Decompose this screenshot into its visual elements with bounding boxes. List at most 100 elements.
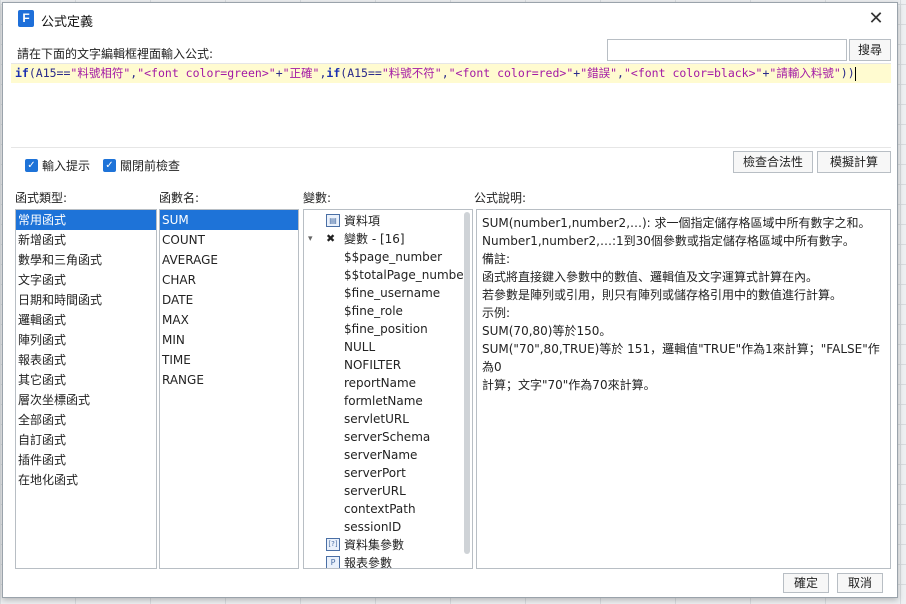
func-type-item[interactable]: 插件函式: [16, 450, 156, 470]
func-type-item[interactable]: 在地化函式: [16, 470, 156, 490]
var-group-label: 變數 - [16]: [344, 232, 405, 246]
formula-code-line[interactable]: if(A15=="料號相符","<font color=green>"+"正確"…: [11, 64, 891, 83]
input-hint-label: 輸入提示: [42, 158, 91, 173]
text-caret: [854, 66, 856, 81]
func-type-item[interactable]: 邏輯函式: [16, 310, 156, 330]
description-line: Number1,number2,…:1到30個參數或指定儲存格區域中所有數字。: [482, 234, 855, 248]
variables-scrollbar[interactable]: [464, 212, 470, 554]
func-name-item[interactable]: COUNT: [160, 230, 298, 250]
search-button[interactable]: 搜尋: [849, 39, 891, 61]
formula-token: if: [15, 66, 29, 80]
cancel-button[interactable]: 取消: [837, 573, 883, 593]
description-line: 備註:: [482, 252, 511, 266]
func-type-item[interactable]: 數學和三角函式: [16, 250, 156, 270]
func-name-item[interactable]: TIME: [160, 350, 298, 370]
func-type-label: 函式類型:: [15, 191, 68, 205]
formula-token: "<font color=green>": [137, 66, 276, 80]
func-name-item[interactable]: SUM: [160, 210, 298, 230]
func-name-item[interactable]: CHAR: [160, 270, 298, 290]
variable-group-icon: ✖: [326, 232, 336, 245]
formula-token: +: [275, 66, 283, 80]
func-type-item[interactable]: 層次坐標函式: [16, 390, 156, 410]
formula-token: "<font color=black>": [623, 66, 763, 80]
title-bar: F 公式定義 ✕: [3, 3, 897, 35]
dialog-title: 公式定義: [41, 15, 94, 30]
description-line: SUM(70,80)等於150。: [482, 324, 612, 338]
description-line: SUM(number1,number2,…): 求一個指定儲存格區域中所有數字之…: [482, 216, 871, 230]
variable-item[interactable]: serverURL: [344, 482, 406, 500]
formula-definition-dialog: F 公式定義 ✕ 請在下面的文字編輯框裡面輸入公式: 搜尋 if(A15=="料…: [2, 2, 898, 598]
search-input[interactable]: [607, 39, 847, 61]
table-icon: ▤: [326, 214, 340, 227]
func-type-item[interactable]: 新增函式: [16, 230, 156, 250]
func-type-item[interactable]: 報表函式: [16, 350, 156, 370]
func-name-item[interactable]: RANGE: [160, 370, 298, 390]
variable-item[interactable]: serverSchema: [344, 428, 430, 446]
func-type-item[interactable]: 其它函式: [16, 370, 156, 390]
variable-item[interactable]: NOFILTER: [344, 356, 401, 374]
func-name-label: 函數名:: [159, 191, 200, 205]
variable-item[interactable]: $fine_role: [344, 302, 403, 320]
variable-item[interactable]: serverPort: [344, 464, 406, 482]
variable-item[interactable]: $fine_position: [344, 320, 428, 338]
description-line: 計算；文字"70"作為70來計算。: [482, 378, 656, 392]
func-type-item[interactable]: 常用函式: [16, 210, 156, 230]
formula-token: "正確": [282, 66, 320, 80]
input-hint-checkbox[interactable]: ✓: [25, 158, 38, 172]
variables-label: 變數:: [303, 191, 332, 205]
report-params-label: 報表參數: [344, 556, 393, 569]
report-param-icon: P: [326, 556, 340, 568]
variable-item[interactable]: sessionID: [344, 518, 401, 536]
formula-token: ,: [617, 66, 624, 80]
variable-item[interactable]: $$page_number: [344, 248, 442, 266]
func-name-item[interactable]: MAX: [160, 310, 298, 330]
variable-item[interactable]: $$totalPage_number: [344, 266, 469, 284]
formula-token: "請輸入料號": [769, 66, 841, 80]
formula-token: ,: [441, 66, 449, 80]
func-name-item[interactable]: MIN: [160, 330, 298, 350]
func-type-item[interactable]: 全部函式: [16, 410, 156, 430]
dataset-param-icon: [?]: [326, 538, 340, 551]
variable-item[interactable]: NULL: [344, 338, 375, 356]
func-type-item[interactable]: 文字函式: [16, 270, 156, 290]
input-hint-checkbox-row[interactable]: ✓ 輸入提示: [25, 156, 90, 174]
formula-editor[interactable]: if(A15=="料號相符","<font color=green>"+"正確"…: [11, 63, 891, 148]
func-type-list[interactable]: 常用函式 新增函式 數學和三角函式 文字函式 日期和時間函式 邏輯函式 陣列函式 報表函式 其它…: [15, 209, 157, 569]
description-line: SUM("70",80,TRUE)等於 151，邏輯值"TRUE"作為1來計算；…: [482, 342, 880, 374]
formula-token: (A15==: [28, 66, 71, 80]
formula-token: (A15==: [340, 66, 382, 80]
variable-item[interactable]: serverName: [344, 446, 417, 464]
variable-item[interactable]: $fine_username: [344, 284, 440, 302]
chevron-down-icon[interactable]: ▾: [308, 230, 313, 248]
ok-button[interactable]: 確定: [783, 573, 829, 593]
func-type-item[interactable]: 自訂函式: [16, 430, 156, 450]
description-line: 函式將直接鍵入參數中的數值、邏輯值及文字運算式計算在內。: [482, 270, 819, 284]
description-line: 若參數是陣列或引用，則只有陣列或儲存格引用中的數值進行計算。: [482, 288, 843, 302]
description-panel: SUM(number1,number2,…): 求一個指定儲存格區域中所有數字之…: [476, 209, 891, 569]
description-line: 示例:: [482, 306, 511, 320]
app-logo-icon: F: [18, 10, 34, 27]
data-item-label: 資料項: [344, 214, 381, 228]
variable-item[interactable]: reportName: [344, 374, 416, 392]
variable-item[interactable]: servletURL: [344, 410, 409, 428]
check-validity-button[interactable]: 檢查合法性: [733, 151, 813, 173]
func-type-item[interactable]: 日期和時間函式: [16, 290, 156, 310]
check-before-close-checkbox[interactable]: ✓: [103, 158, 116, 172]
func-name-item[interactable]: DATE: [160, 290, 298, 310]
variables-tree[interactable]: ▤ 資料項 ▾ ✖ 變數 - [16] $$page_number $$total…: [303, 209, 473, 569]
formula-token: "料號不符": [381, 66, 442, 80]
variable-item[interactable]: contextPath: [344, 500, 416, 518]
check-before-close-label: 關閉前檢查: [120, 158, 181, 173]
variable-item[interactable]: formletName: [344, 392, 423, 410]
check-before-close-checkbox-row[interactable]: ✓ 關閉前檢查: [103, 156, 180, 174]
func-name-list[interactable]: SUM COUNT AVERAGE CHAR DATE MAX MIN TIME RANGE: [159, 209, 299, 569]
description-label: 公式說明:: [474, 191, 527, 205]
formula-token: "料號相符": [70, 66, 131, 80]
func-name-item[interactable]: AVERAGE: [160, 250, 298, 270]
close-icon[interactable]: ✕: [865, 8, 887, 30]
func-type-item[interactable]: 陣列函式: [16, 330, 156, 350]
formula-token: )): [840, 66, 855, 80]
simulate-button[interactable]: 模擬計算: [817, 151, 891, 173]
formula-token: if: [326, 66, 341, 80]
formula-prompt-label: 請在下面的文字編輯框裡面輸入公式:: [17, 47, 214, 61]
